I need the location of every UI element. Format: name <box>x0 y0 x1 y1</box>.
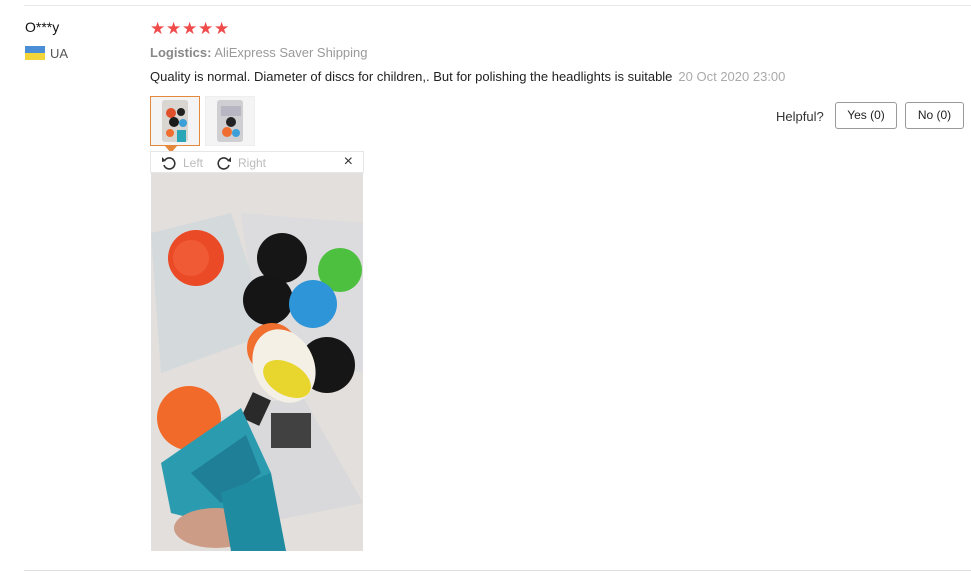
star-icon: ★ <box>166 19 183 38</box>
top-divider <box>24 5 971 6</box>
star-icon: ★ <box>198 19 215 38</box>
rotate-right-button[interactable]: Right <box>216 154 266 172</box>
rotate-left-button[interactable]: Left <box>161 154 203 172</box>
helpful-label: Helpful? <box>776 109 824 124</box>
star-icon: ★ <box>150 19 167 38</box>
star-icon: ★ <box>214 19 231 38</box>
logistics-value: AliExpress Saver Shipping <box>214 45 368 60</box>
rotate-left-label: Left <box>183 156 204 170</box>
reviewer-name: O***y <box>25 19 60 35</box>
ukraine-flag-icon <box>25 46 45 60</box>
logistics-info: Logistics: AliExpress Saver Shipping <box>150 45 368 60</box>
review-body: Quality is normal. Diameter of discs for… <box>150 69 785 84</box>
helpful-no-button[interactable]: No (0) <box>905 102 964 129</box>
review-date: 20 Oct 2020 23:00 <box>678 69 786 84</box>
bottom-divider <box>24 570 971 571</box>
review-photo-thumbnail-1[interactable] <box>150 96 200 146</box>
helpful-yes-button[interactable]: Yes (0) <box>835 102 897 129</box>
logistics-label: Logistics: <box>150 45 212 60</box>
review-text: Quality is normal. Diameter of discs for… <box>150 69 673 84</box>
close-icon[interactable]: × <box>344 153 353 171</box>
star-icon: ★ <box>182 19 199 38</box>
review-photo-thumbnail-2[interactable] <box>205 96 255 146</box>
review-photo-large <box>151 173 363 551</box>
rotate-left-icon <box>161 155 177 171</box>
star-rating: ★★★★★ <box>150 19 230 39</box>
photo-viewer-toolbar: Left Right × <box>150 151 364 173</box>
rotate-right-icon <box>216 155 232 171</box>
rotate-right-label: Right <box>238 156 267 170</box>
reviewer-country: UA <box>50 46 69 61</box>
